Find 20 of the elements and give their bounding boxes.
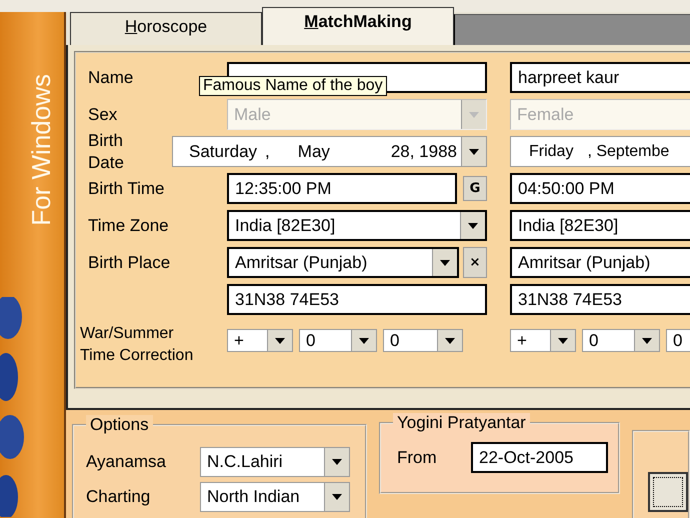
field-label: Name [88,68,134,88]
date-part: Saturday [189,142,258,162]
date-part: Friday [529,142,574,160]
field-label: War/Summer Time Correction [80,324,194,366]
field-label: Ayanamsa [86,452,168,472]
field-label: Time Zone [88,216,169,236]
field-label: Birth Time [88,178,165,198]
date-part: May [298,142,330,162]
date-part: , Septembe [587,142,670,160]
date-part: 28, 1988 [390,142,458,162]
group-title: Options [86,415,153,435]
field-label: Birth Place [88,252,170,272]
field-label: Sex [88,104,118,124]
field-label: Birth Date [88,130,125,174]
tooltip: Famous Name of the boy [199,76,387,96]
date-part: , [265,142,270,162]
field-label: From [396,448,438,468]
banner-subtitle: For Windows [28,74,54,226]
group-title: Yogini Pratyantar [393,413,530,433]
field-label: Charting [86,487,152,507]
